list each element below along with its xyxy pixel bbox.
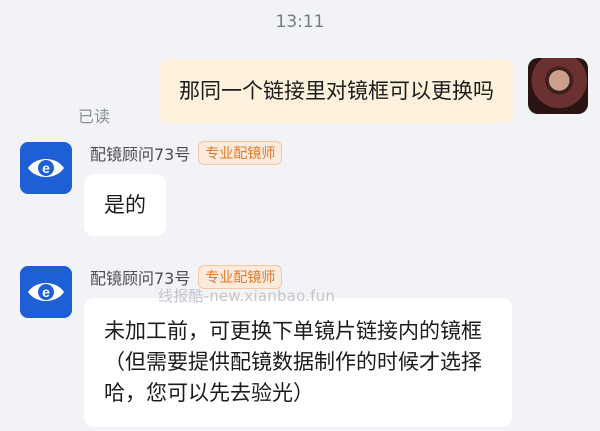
my-avatar[interactable] <box>528 58 588 114</box>
agent-badge: 专业配镜师 <box>198 265 283 289</box>
incoming-message: e 配镜顾问73号 专业配镜师 未加工前，可更换下单镜片链接内的镜框（但需要提供… <box>20 265 580 427</box>
eye-logo-icon: e <box>28 159 64 177</box>
agent-name: 配镜顾问73号 <box>90 145 191 164</box>
agent-avatar[interactable]: e <box>20 266 72 318</box>
read-status: 已读 <box>78 107 111 126</box>
agent-name-row: 配镜顾问73号 专业配镜师 <box>90 141 283 165</box>
agent-avatar[interactable]: e <box>20 142 72 194</box>
incoming-bubble[interactable]: 未加工前，可更换下单镜片链接内的镜框（但需要提供配镜数据制作的时候才选择哈，您可… <box>84 298 512 427</box>
svg-text:e: e <box>42 160 50 176</box>
agent-badge: 专业配镜师 <box>198 141 283 165</box>
eye-logo-icon: e <box>28 283 64 301</box>
incoming-message: e 配镜顾问73号 专业配镜师 是的 <box>20 141 580 242</box>
incoming-bubble[interactable]: 是的 <box>84 174 166 236</box>
outgoing-bubble[interactable]: 那同一个链接里对镜框可以更换吗 <box>159 59 514 123</box>
agent-name-row: 配镜顾问73号 专业配镜师 <box>90 265 283 289</box>
agent-name: 配镜顾问73号 <box>90 269 191 288</box>
svg-text:e: e <box>42 284 50 300</box>
timestamp: 13:11 <box>275 12 325 32</box>
